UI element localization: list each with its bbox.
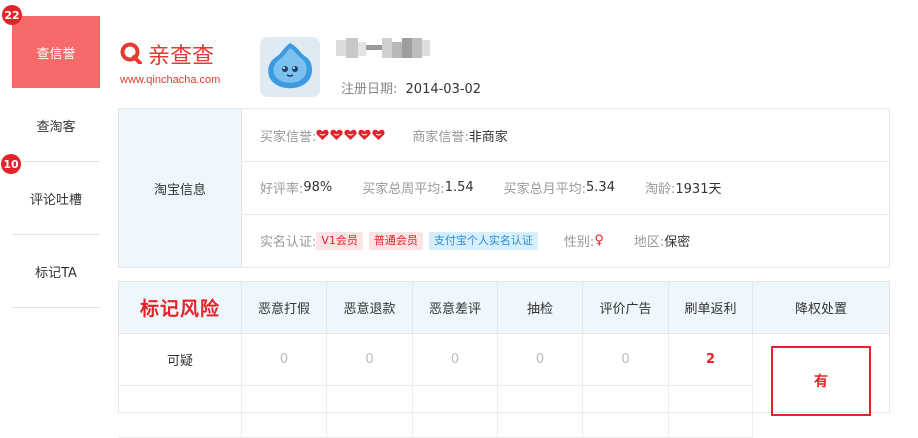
table-cell — [119, 386, 242, 438]
week-avg-value: 1.54 — [444, 180, 474, 195]
sidebar-item-check-credit[interactable]: 查信誉 — [12, 16, 100, 88]
column-header: 降权处置 — [753, 282, 889, 334]
sidebar-item-label: 评论吐槽 — [29, 192, 82, 208]
row-label: 可疑 — [119, 334, 242, 386]
notification-badge: 10 — [1, 154, 21, 174]
penalty-status: 有 — [771, 346, 871, 416]
registration-date-label: 注册日期: — [341, 82, 398, 97]
main-panel: 亲查查 www.qinchacha.com 注册日期: 2014-03-02 淘… — [100, 16, 918, 438]
column-header: 恶意差评 — [413, 282, 498, 334]
credit-row: 买家信誉: 商家信誉: 非商家 — [242, 109, 889, 161]
table-cell: 0 — [413, 334, 498, 386]
table-cell — [583, 386, 669, 438]
week-avg-label: 买家总周平均: — [362, 182, 445, 197]
month-avg-label: 买家总月平均: — [503, 182, 587, 197]
table-cell: 0 — [327, 334, 413, 386]
heart-icon — [344, 129, 357, 140]
table-cell: 0 — [583, 334, 669, 386]
table-cell — [327, 386, 413, 438]
region-label: 地区: — [633, 235, 665, 250]
redacted-username — [336, 38, 430, 58]
heart-icon — [330, 129, 343, 140]
brand-name: 亲查查 — [148, 44, 215, 69]
magnifier-logo-icon — [120, 42, 142, 64]
verify-tag-alipay: 支付宝个人实名认证 — [428, 231, 538, 250]
brand-url: www.qinchacha.com — [120, 74, 221, 86]
seller-credit-label: 商家信誉: — [412, 129, 469, 145]
region-value: 保密 — [664, 235, 691, 250]
table-cell — [669, 386, 753, 438]
gender-female-icon: ♀ — [594, 233, 604, 248]
column-header: 恶意退款 — [327, 282, 413, 334]
verify-tag-member: 普通会员 — [368, 231, 423, 250]
column-header: 刷单返利 — [669, 282, 753, 334]
notification-badge: 22 — [2, 5, 22, 25]
heart-icon — [372, 129, 385, 140]
taobao-info-box: 淘宝信息 买家信誉: 商家信誉: 非商家 好评率: 98% 买家总周平均: 1.… — [118, 108, 890, 268]
heart-icon — [358, 129, 371, 140]
sidebar-item-label: 查淘客 — [36, 119, 76, 135]
account-age-value: 1931天 — [675, 182, 722, 197]
blue-blob-avatar-icon — [260, 37, 320, 97]
registration-date: 注册日期: 2014-03-02 — [341, 78, 481, 97]
sidebar-item-mark[interactable]: 标记TA — [12, 235, 100, 308]
verification-label: 实名认证: — [260, 235, 317, 250]
table-cell — [498, 386, 583, 438]
sidebar-item-check-taoke[interactable]: 查淘客 — [12, 89, 100, 162]
verification-row: 实名认证: V1会员 普通会员 支付宝个人实名认证 性别: ♀ 地区: 保密 — [242, 214, 889, 266]
gender-label: 性别: — [563, 235, 595, 250]
column-header: 抽检 — [498, 282, 583, 334]
seller-credit-value: 非商家 — [468, 129, 508, 145]
buyer-credit-hearts — [316, 129, 386, 141]
registration-date-value: 2014-03-02 — [405, 82, 482, 97]
sidebar-item-label: 标记TA — [35, 265, 77, 281]
table-cell: 0 — [242, 334, 327, 386]
table-cell — [242, 386, 327, 438]
account-age-label: 淘龄: — [644, 182, 676, 197]
table-cell: 0 — [498, 334, 583, 386]
month-avg-value: 5.34 — [586, 180, 615, 195]
risk-title: 标记风险 — [139, 298, 220, 320]
buyer-credit-label: 买家信誉: — [260, 129, 317, 145]
table-cell: 2 — [669, 334, 753, 386]
column-header: 恶意打假 — [242, 282, 327, 334]
taobao-info-label: 淘宝信息 — [119, 109, 242, 267]
verify-tag-v1: V1会员 — [316, 231, 363, 250]
heart-icon — [316, 129, 329, 140]
good-rate-value: 98% — [303, 180, 333, 195]
rating-row: 好评率: 98% 买家总周平均: 1.54 买家总月平均: 5.34 淘龄: 1… — [242, 161, 889, 213]
risk-title-cell: 标记风险 — [119, 282, 242, 334]
column-header: 评价广告 — [583, 282, 669, 334]
table-cell — [413, 386, 498, 438]
sidebar-item-comments[interactable]: 评论吐槽 — [12, 162, 100, 235]
sidebar: 查信誉 查淘客 评论吐槽 标记TA — [12, 16, 101, 400]
risk-table: 标记风险 恶意打假 恶意退款 恶意差评 抽检 评价广告 刷单返利 降权处置 可疑… — [118, 281, 890, 438]
avatar — [260, 37, 320, 97]
good-rate-label: 好评率: — [260, 182, 304, 197]
sidebar-item-label: 查信誉 — [36, 46, 76, 62]
